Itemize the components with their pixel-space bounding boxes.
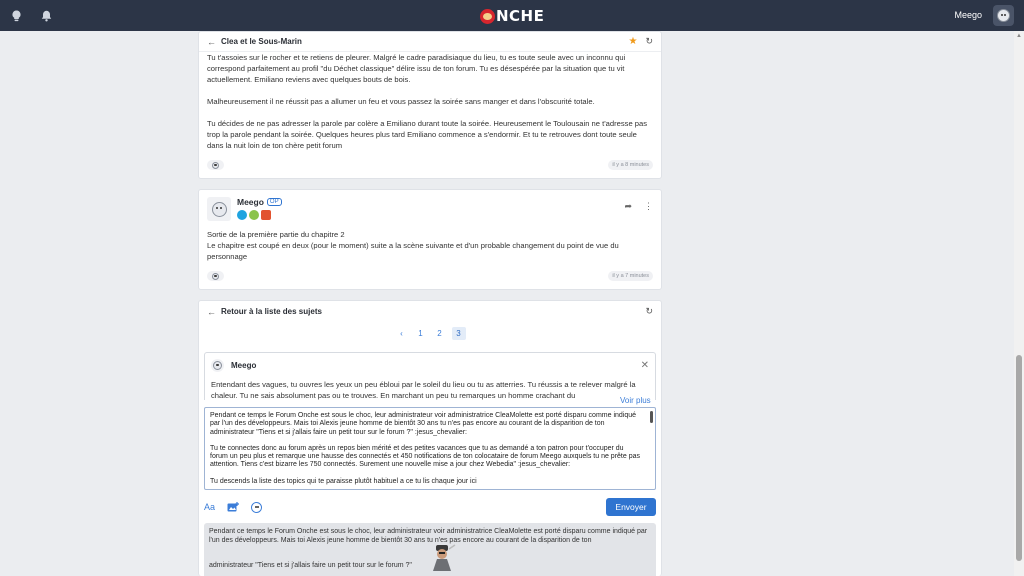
refresh-icon[interactable]: ↻: [645, 306, 653, 317]
avatar-face-icon: [211, 201, 227, 217]
back-to-topics-link[interactable]: ← Retour à la liste des sujets: [207, 307, 322, 317]
avatar-face-icon: [997, 9, 1010, 22]
reply-textarea[interactable]: Pendant ce temps le Forum Onche est sous…: [204, 407, 656, 490]
reaction-button[interactable]: [207, 160, 224, 170]
quote-avatar: [211, 359, 224, 372]
post-line: Sortie de la première partie du chapitre…: [207, 230, 345, 239]
pagination: ‹ 1 2 3: [199, 327, 661, 340]
refresh-icon[interactable]: ↻: [645, 36, 653, 47]
page-link[interactable]: 1: [414, 327, 428, 340]
onche-logo[interactable]: NCHE: [480, 7, 544, 25]
message-preview: Pendant ce temps le Forum Onche est sous…: [204, 523, 656, 576]
voir-plus-link[interactable]: Voir plus: [618, 396, 653, 405]
scroll-up-arrow-icon[interactable]: ▲: [1016, 33, 1022, 39]
author-badges: [237, 210, 282, 220]
reply-card: ← Retour à la liste des sujets ↻ ‹ 1 2 3…: [198, 300, 662, 576]
author-avatar[interactable]: [207, 197, 231, 221]
post-body: Sortie de la première partie du chapitre…: [199, 221, 661, 262]
op-badge: OP: [266, 198, 282, 206]
editor-paragraph: Tu te connectes donc au forum après un r…: [210, 444, 640, 469]
arrow-left-icon: ←: [207, 36, 216, 47]
post-timestamp: il y a 7 minutes: [608, 271, 653, 281]
topic-back-link[interactable]: ← Clea et le Sous-Marin: [207, 37, 302, 47]
emoji-face-icon: [251, 501, 263, 513]
editor-toolbar: Aa Envoyer: [204, 498, 656, 516]
lightbulb-icon[interactable]: [6, 6, 26, 26]
more-options-icon[interactable]: ⋮: [644, 201, 653, 212]
close-icon[interactable]: ✕: [641, 360, 649, 371]
user-avatar[interactable]: [993, 5, 1014, 26]
emoji-picker-icon[interactable]: [251, 501, 263, 513]
scrollbar-thumb[interactable]: [1016, 355, 1022, 561]
topic-message-body: Tu t'assoies sur le rocher et te retiens…: [199, 52, 661, 151]
topic-header: ← Clea et le Sous-Marin ★ ↻: [199, 32, 661, 52]
message-paragraph: Tu décides de ne pas adresser la parole …: [207, 119, 648, 150]
back-to-topics-label: Retour à la liste des sujets: [221, 307, 322, 316]
top-navbar: NCHE Meego: [0, 0, 1024, 31]
post-card: Meego OP ➦ ⋮ Sortie de la première parti…: [198, 189, 662, 290]
avatar-face-icon: [213, 361, 222, 370]
emoji-face-icon: [212, 161, 219, 169]
page-current[interactable]: 3: [451, 327, 466, 340]
emoji-face-icon: [212, 272, 219, 280]
badge-icon: [237, 210, 247, 220]
page-scrollbar[interactable]: ▲: [1014, 31, 1024, 576]
send-button[interactable]: Envoyer: [606, 498, 656, 516]
editor-paragraph: Tu descends la liste des topics qui te p…: [210, 477, 477, 485]
font-format-button[interactable]: Aa: [204, 502, 215, 512]
share-icon[interactable]: ➦: [624, 201, 632, 212]
bell-icon[interactable]: [36, 6, 56, 26]
logo-o-icon: [480, 8, 495, 24]
badge-icon: [249, 210, 259, 220]
quote-author: Meego: [231, 361, 257, 370]
message-paragraph: Tu t'assoies sur le rocher et te retiens…: [207, 53, 626, 84]
page-prev[interactable]: ‹: [395, 327, 409, 340]
star-icon[interactable]: ★: [628, 36, 637, 47]
author-name[interactable]: Meego: [237, 197, 264, 207]
editor-paragraph: Pendant ce temps le Forum Onche est sous…: [210, 412, 637, 436]
message-timestamp: il y a 8 minutes: [608, 160, 653, 170]
arrow-left-icon: ←: [207, 306, 216, 317]
topic-message-card: ← Clea et le Sous-Marin ★ ↻ Tu t'assoies…: [198, 31, 662, 179]
jesus-chevalier-sticker: [433, 544, 456, 571]
username-label[interactable]: Meego: [954, 10, 982, 20]
badge-icon: [261, 210, 271, 220]
topic-title: Clea et le Sous-Marin: [221, 37, 302, 46]
post-line: Le chapitre est coupé en deux (pour le m…: [207, 241, 619, 261]
quote-text: Entendant des vagues, tu ouvres les yeux…: [211, 380, 636, 400]
textarea-scrollbar[interactable]: [650, 411, 653, 423]
image-upload-icon[interactable]: [227, 501, 240, 513]
quoted-message: Meego ✕ Entendant des vagues, tu ouvres …: [204, 352, 656, 400]
page-link[interactable]: 2: [433, 327, 447, 340]
reaction-button[interactable]: [207, 271, 224, 281]
message-paragraph: Malheureusement il ne réussit pas a allu…: [207, 97, 595, 106]
